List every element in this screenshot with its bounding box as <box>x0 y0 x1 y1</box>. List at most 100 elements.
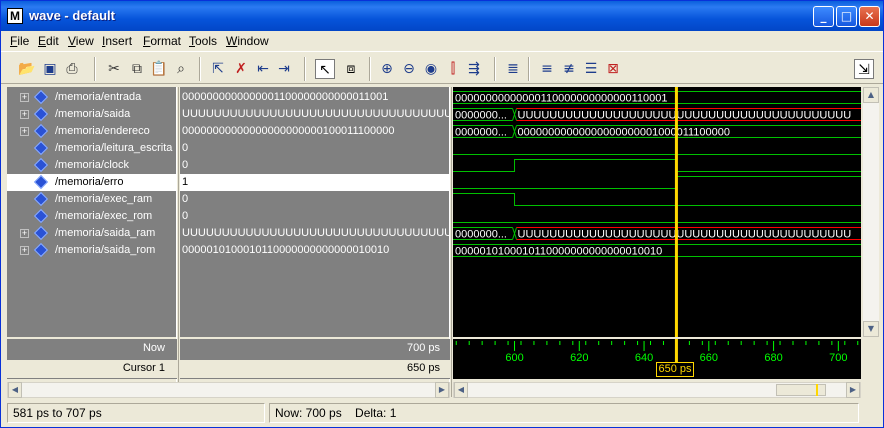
wave-group-icon[interactable]: ≡ <box>537 59 557 79</box>
print-icon[interactable]: ⎙ <box>62 59 82 79</box>
signal-value: 0 <box>182 159 189 171</box>
maximize-button[interactable]: □ <box>836 6 857 27</box>
signal-name: /memoria/exec_rom <box>55 210 153 222</box>
cut-icon[interactable]: ✂ <box>104 59 124 79</box>
menu-format[interactable]: Format <box>143 34 181 48</box>
signal-diamond-icon <box>33 208 49 224</box>
menu-view-mnemonic: V <box>68 34 76 48</box>
next-transition-icon[interactable]: ⇥ <box>274 59 294 79</box>
prev-transition-icon[interactable]: ⇤ <box>253 59 273 79</box>
signal-value: UUUUUUUUUUUUUUUUUUUUUUUUUUUUUUUUUUUU <box>182 227 450 239</box>
scroll-left-icon[interactable]: ◀ <box>454 382 468 398</box>
signal-name: /memoria/endereco <box>55 125 150 137</box>
time-ruler[interactable]: 600 620 640 660 680 700 650 ps <box>453 339 861 379</box>
bit-wave <box>453 193 861 206</box>
toolbar-separator <box>528 57 530 81</box>
wave-collapse-icon[interactable]: ☰ <box>581 59 601 79</box>
cursor-value-row: 650 ps <box>180 360 450 378</box>
paste-icon[interactable]: 📋 <box>149 59 169 79</box>
signal-name-row[interactable]: + /memoria/saida_ram <box>7 225 177 242</box>
signal-name-row[interactable]: + /memoria/entrada <box>7 89 177 106</box>
signal-value: 000000000000000110000000000001100​1 <box>182 91 389 103</box>
cursor-row[interactable]: Cursor 1 <box>7 360 177 378</box>
wave-scroll-thumb[interactable] <box>776 384 826 396</box>
expand-icon[interactable]: + <box>20 110 29 119</box>
signal-names-pane: + /memoria/entrada + /memoria/saida + /memori… <box>7 87 177 337</box>
find-next-icon[interactable]: ⇶ <box>464 59 484 79</box>
menu-insert[interactable]: Insert <box>102 34 132 48</box>
signal-diamond-icon <box>33 106 49 122</box>
signal-name-row[interactable]: + /memoria/saida_rom <box>7 242 177 259</box>
signal-diamond-icon <box>33 123 49 139</box>
open-icon[interactable]: 📂 <box>17 59 37 79</box>
vertical-scrollbar[interactable]: ▲ ▼ <box>863 87 879 337</box>
signal-name: /memoria/leitura_escrita <box>55 142 173 154</box>
signal-name-row[interactable]: /memoria/erro <box>7 174 177 191</box>
copy-icon[interactable]: ⧉ <box>127 59 147 79</box>
wave-hscrollbar[interactable]: ◀ ▶ <box>453 382 861 398</box>
status-time: Now: 700 ps Delta: 1 <box>269 403 859 423</box>
menu-bar: File Edit View Insert Format Tools Windo… <box>1 31 883 50</box>
wave-format-icon[interactable]: ≣ <box>503 59 523 79</box>
wave-expand-icon[interactable]: ≢ <box>559 59 579 79</box>
menu-edit[interactable]: Edit <box>38 34 59 48</box>
signal-name: /memoria/saida_ram <box>55 227 156 239</box>
scroll-down-icon[interactable]: ▼ <box>863 321 879 337</box>
signal-value: 0 <box>182 193 189 205</box>
expand-icon[interactable]: + <box>20 93 29 102</box>
signal-name-row[interactable]: + /memoria/saida <box>7 106 177 123</box>
names-hscrollbar[interactable]: ◀ ▶ <box>7 382 450 398</box>
signal-name-row[interactable]: /memoria/exec_ram <box>7 191 177 208</box>
signal-name-row[interactable]: /memoria/leitura_escrita <box>7 140 177 157</box>
signal-diamond-icon <box>33 242 49 258</box>
toolbar-separator <box>494 57 496 81</box>
scroll-right-icon[interactable]: ▶ <box>846 382 860 398</box>
cursor-marker[interactable]: 650 ps <box>656 362 694 377</box>
ruler-tick-label: 660 <box>700 352 718 364</box>
minimize-button[interactable]: _ <box>813 6 834 27</box>
menu-edit-rest: dit <box>46 34 59 48</box>
select-icon[interactable]: ⇱ <box>208 59 228 79</box>
menu-file[interactable]: File <box>10 34 29 48</box>
waveform-canvas[interactable]: 00000000000000110000000000000110001 00000… <box>453 87 861 337</box>
expand-icon[interactable]: + <box>20 229 29 238</box>
menu-format-rest: ormat <box>150 34 182 48</box>
title-bar[interactable]: M wave - default _ □ ✕ <box>1 1 883 31</box>
scroll-left-icon[interactable]: ◀ <box>8 382 22 398</box>
zoom-mode-icon[interactable]: ⧈ <box>341 59 361 79</box>
insert-cursor-icon[interactable]: ⫿ <box>443 59 463 79</box>
signal-value: UUUUUUUUUUUUUUUUUUUUUUUUUUUUUUUUUUUU <box>182 108 450 120</box>
signal-name-row[interactable]: /memoria/clock <box>7 157 177 174</box>
scroll-up-icon[interactable]: ▲ <box>863 87 879 103</box>
toolbar-separator <box>199 57 201 81</box>
signal-diamond-icon <box>33 157 49 173</box>
menu-insert-rest: nsert <box>105 34 133 48</box>
wave-remove-icon[interactable]: ⊠ <box>603 59 623 79</box>
menu-window-mnemonic: W <box>226 34 238 48</box>
expand-icon[interactable]: + <box>20 127 29 136</box>
menu-tools[interactable]: Tools <box>189 34 217 48</box>
bus-value: 00000000000000110000000000000110001 <box>455 93 668 105</box>
dock-icon[interactable]: ⇲ <box>854 59 874 79</box>
find-icon[interactable]: ⌕ <box>171 59 191 79</box>
menu-window-rest: indow <box>237 34 269 48</box>
pointer-icon[interactable]: ↖ <box>315 59 335 79</box>
signal-value: 0000010100010110000000000000010010 <box>182 244 390 256</box>
signal-name-row[interactable]: /memoria/exec_rom <box>7 208 177 225</box>
close-button[interactable]: ✕ <box>859 6 880 27</box>
signal-name-row[interactable]: + /memoria/endereco <box>7 123 177 140</box>
zoom-out-icon[interactable]: ⊖ <box>399 59 419 79</box>
menu-window[interactable]: Window <box>226 34 269 48</box>
menu-view-rest: iew <box>75 34 94 48</box>
scroll-right-icon[interactable]: ▶ <box>435 382 449 398</box>
save-icon[interactable]: ▣ <box>40 59 60 79</box>
expand-icon[interactable]: + <box>20 246 29 255</box>
bus-value: 00000000000000000000001000011100000 <box>518 127 731 139</box>
cursor-scroll-marker <box>816 384 818 396</box>
zoom-full-icon[interactable]: ◉ <box>421 59 441 79</box>
toolbar-separator <box>304 57 306 81</box>
delete-icon[interactable]: ✗ <box>231 59 251 79</box>
signal-value: 00000000000000000000000100011100000 <box>182 125 395 137</box>
zoom-in-icon[interactable]: ⊕ <box>377 59 397 79</box>
menu-view[interactable]: View <box>68 34 94 48</box>
